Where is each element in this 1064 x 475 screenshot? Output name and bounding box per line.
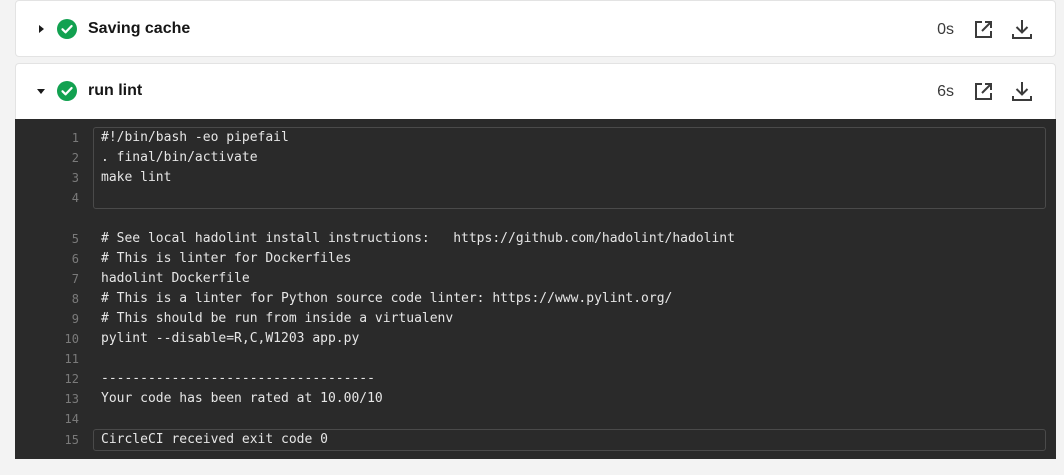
- line-text: CircleCI received exit code 0: [101, 432, 328, 447]
- download-icon[interactable]: [1010, 17, 1034, 41]
- line-number: 2: [71, 151, 79, 165]
- line-text: # This is a linter for Python source cod…: [101, 291, 673, 306]
- line-text: -----------------------------------: [101, 371, 375, 386]
- line-number: 13: [64, 392, 79, 406]
- line-number: 8: [71, 292, 79, 306]
- check-circle-icon: [57, 19, 77, 39]
- line-number: 7: [71, 272, 79, 286]
- step-title: Saving cache: [88, 20, 191, 37]
- line-number: 14: [64, 412, 79, 426]
- line-number: 11: [64, 352, 79, 366]
- line-text: hadolint Dockerfile: [101, 271, 250, 286]
- caret-down-icon[interactable]: [36, 86, 46, 96]
- download-icon[interactable]: [1010, 79, 1034, 103]
- step-title: run lint: [88, 82, 143, 99]
- line-number: 15: [64, 433, 79, 447]
- line-number: 4: [71, 191, 79, 205]
- line-text: # This is linter for Dockerfiles: [101, 251, 352, 266]
- step-duration: 0s: [937, 21, 954, 38]
- step-header[interactable]: run lint 6s: [16, 64, 1055, 119]
- line-text: # This should be run from inside a virtu…: [101, 311, 454, 326]
- external-link-icon[interactable]: [971, 18, 995, 42]
- line-text: make lint: [101, 170, 172, 185]
- step-duration: 6s: [937, 83, 954, 100]
- line-text: #!/bin/bash -eo pipefail: [101, 130, 289, 145]
- check-circle-icon: [57, 81, 77, 101]
- line-number: 5: [71, 232, 79, 246]
- line-number: 1: [71, 131, 79, 145]
- step-header[interactable]: Saving cache 0s: [16, 1, 1055, 56]
- line-number: 12: [64, 372, 79, 386]
- step-run-lint[interactable]: run lint 6s: [15, 63, 1056, 119]
- line-number: 6: [71, 252, 79, 266]
- line-text: . final/bin/activate: [101, 150, 258, 165]
- step-saving-cache[interactable]: Saving cache 0s: [15, 0, 1056, 57]
- terminal-output[interactable]: 1 #!/bin/bash -eo pipefail 2 . final/bin/a…: [15, 119, 1056, 459]
- external-link-icon[interactable]: [971, 80, 995, 104]
- line-text: pylint --disable=R,C,W1203 app.py: [101, 331, 360, 346]
- line-number: 3: [71, 171, 79, 185]
- line-text: # See local hadolint install instruction…: [101, 231, 735, 246]
- line-text: Your code has been rated at 10.00/10: [101, 391, 383, 406]
- line-number: 10: [64, 332, 79, 346]
- line-number: 9: [71, 312, 79, 326]
- caret-right-icon[interactable]: [36, 24, 46, 34]
